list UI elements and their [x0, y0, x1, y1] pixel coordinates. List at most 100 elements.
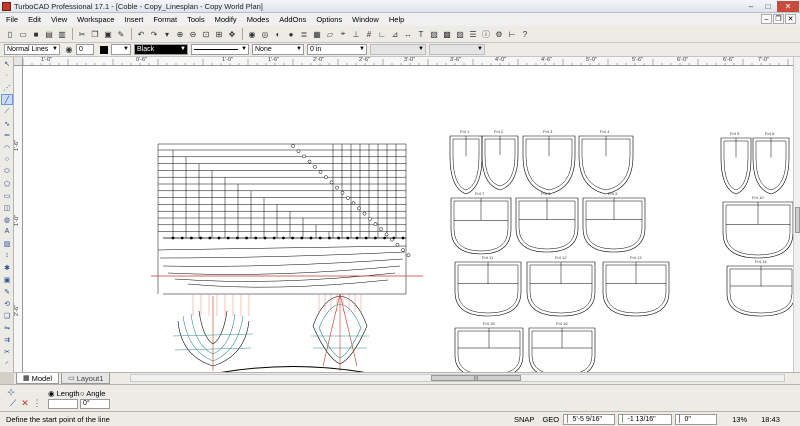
selection-info-icon[interactable]: ⓘ: [480, 28, 492, 40]
ucs-icon[interactable]: ⊥: [350, 28, 362, 40]
tab-model[interactable]: ▦ Model: [16, 373, 60, 384]
open-folder-icon[interactable]: ▭: [17, 28, 29, 40]
snap-mode-icon[interactable]: ⊹: [6, 387, 16, 397]
zoom-extents-icon[interactable]: ⊞: [213, 28, 225, 40]
print-preview-icon[interactable]: ▥: [56, 28, 68, 40]
line-tool-icon[interactable]: ╱: [1, 94, 13, 105]
zoom-in-icon[interactable]: ⊕: [174, 28, 186, 40]
trim-icon[interactable]: ✂: [1, 346, 13, 357]
offset-icon[interactable]: ⇉: [1, 334, 13, 345]
hatch-icon[interactable]: ▧: [428, 28, 440, 40]
menu-workspace[interactable]: Workspace: [77, 15, 114, 24]
text-tool-icon[interactable]: A: [1, 226, 13, 237]
menu-format[interactable]: Format: [153, 15, 177, 24]
color-select[interactable]: Black ▼: [134, 44, 188, 55]
rectangle-icon[interactable]: ▭: [1, 190, 13, 201]
select-arrow-icon[interactable]: ↖: [1, 58, 13, 69]
eye-visibility-icon[interactable]: ◉: [63, 44, 75, 56]
whats-this-help-icon[interactable]: ?: [519, 28, 531, 40]
geo-toggle[interactable]: GEO: [538, 415, 563, 424]
snap-settings-icon[interactable]: ⚙: [493, 28, 505, 40]
dimension-tools-icon[interactable]: ⊢: [506, 28, 518, 40]
point-icon[interactable]: ·: [1, 70, 13, 81]
ortho-icon[interactable]: ∟: [376, 28, 388, 40]
circle-icon[interactable]: ○: [1, 154, 13, 165]
node-edit-icon[interactable]: ⋰: [1, 82, 13, 93]
shaded-icon[interactable]: ●: [285, 28, 297, 40]
options-icon[interactable]: ⋮: [32, 398, 42, 408]
vertical-scrollbar[interactable]: [793, 57, 800, 372]
menu-modes[interactable]: Modes: [247, 15, 270, 24]
pattern-select[interactable]: None ▼: [252, 44, 304, 55]
count-field[interactable]: 0: [76, 44, 94, 55]
hidden-line-icon[interactable]: ◐: [272, 28, 284, 40]
measure-icon[interactable]: ⊿: [389, 28, 401, 40]
doc-minimize-button[interactable]: –: [761, 14, 772, 24]
snap-icon[interactable]: ⌖: [337, 28, 349, 40]
line-style-select[interactable]: ▼: [191, 44, 249, 55]
zoom-window-icon[interactable]: ⊡: [200, 28, 212, 40]
menu-view[interactable]: View: [51, 15, 67, 24]
angle-radio-icon[interactable]: ○: [80, 389, 85, 398]
layer-icon[interactable]: ≣: [298, 28, 310, 40]
properties-icon[interactable]: ▦: [311, 28, 323, 40]
double-line-icon[interactable]: ═: [1, 130, 13, 141]
horizontal-scrollbar[interactable]: III: [130, 374, 785, 382]
fillet-icon[interactable]: ◜: [1, 358, 13, 369]
polyline-icon[interactable]: ⟋: [1, 106, 13, 117]
cancel-icon[interactable]: ✕: [20, 398, 30, 408]
layer-select[interactable]: Normal Lines ▼: [4, 44, 60, 55]
horizontal-scroll-thumb[interactable]: III: [431, 375, 521, 382]
insert-block-icon[interactable]: ▣: [1, 274, 13, 285]
maximize-button[interactable]: □: [760, 1, 776, 12]
print-icon[interactable]: ▤: [43, 28, 55, 40]
undo-list-icon[interactable]: ▾: [161, 28, 173, 40]
menu-window[interactable]: Window: [352, 15, 379, 24]
length-radio-icon[interactable]: ◉: [48, 389, 55, 398]
cut-icon[interactable]: ✂: [76, 28, 88, 40]
undo-icon[interactable]: ↶: [135, 28, 147, 40]
grid-icon[interactable]: #: [363, 28, 375, 40]
wireframe-icon[interactable]: ◎: [259, 28, 271, 40]
close-button[interactable]: ✕: [777, 0, 799, 12]
copy-icon[interactable]: ❐: [89, 28, 101, 40]
curve-icon[interactable]: ∿: [1, 118, 13, 129]
zoom-out-icon[interactable]: ⊖: [187, 28, 199, 40]
render-icon[interactable]: ◉: [246, 28, 258, 40]
finish-icon[interactable]: ⟋: [8, 398, 18, 408]
image-icon[interactable]: ▨: [454, 28, 466, 40]
block-icon[interactable]: ▩: [441, 28, 453, 40]
copy-tool-icon[interactable]: ❏: [1, 310, 13, 321]
box-3d-icon[interactable]: ◫: [1, 202, 13, 213]
line-width-select[interactable]: 0 in ▼: [307, 44, 367, 55]
drawing-canvas[interactable]: Fr4 1 Fr4 2 Fr4 3 Fr4 4 Fr4 5 Fr4 6 Fr4 7 Fr4 8…: [23, 66, 793, 372]
redo-icon[interactable]: ↷: [148, 28, 160, 40]
hatch-tool-icon[interactable]: ▨: [1, 238, 13, 249]
color-extra-field[interactable]: ▼: [111, 44, 131, 55]
menu-insert[interactable]: Insert: [125, 15, 144, 24]
save-icon[interactable]: ■: [30, 28, 42, 40]
format-painter-icon[interactable]: ✎: [115, 28, 127, 40]
length-field[interactable]: [48, 399, 78, 409]
menu-options[interactable]: Options: [316, 15, 342, 24]
menu-edit[interactable]: Edit: [28, 15, 41, 24]
modify-icon[interactable]: ✎: [1, 286, 13, 297]
menu-file[interactable]: File: [6, 15, 18, 24]
transform-icon[interactable]: ⟲: [1, 298, 13, 309]
new-file-icon[interactable]: ▯: [4, 28, 16, 40]
menu-modify[interactable]: Modify: [215, 15, 237, 24]
angle-field[interactable]: 0°: [80, 399, 110, 409]
doc-close-button[interactable]: ✕: [785, 14, 796, 24]
minimize-button[interactable]: –: [743, 1, 759, 12]
ellipse-icon[interactable]: ⬭: [1, 166, 13, 177]
snap-toggle[interactable]: SNAP: [510, 415, 538, 424]
workplane-icon[interactable]: ▱: [324, 28, 336, 40]
dimension-icon[interactable]: ↔: [402, 28, 414, 40]
vertical-scroll-thumb[interactable]: [795, 207, 800, 233]
design-director-icon[interactable]: ☰: [467, 28, 479, 40]
paste-icon[interactable]: ▣: [102, 28, 114, 40]
arc-icon[interactable]: ◠: [1, 142, 13, 153]
menu-addons[interactable]: AddOns: [279, 15, 306, 24]
tab-layout1[interactable]: ▭ Layout1: [61, 373, 111, 384]
menu-tools[interactable]: Tools: [187, 15, 205, 24]
